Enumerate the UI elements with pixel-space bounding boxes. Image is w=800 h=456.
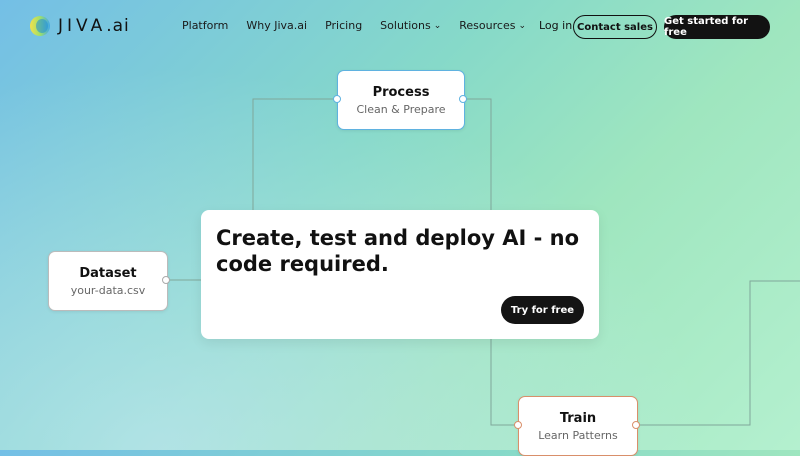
connector-port (333, 95, 341, 103)
brand-logo[interactable]: JIVA.ai (30, 16, 130, 36)
nav-link-resources[interactable]: Resources ⌄ (459, 19, 526, 32)
brand-suffix: .ai (106, 16, 130, 36)
brand-name: JIVA (58, 16, 107, 36)
nav-link-pricing[interactable]: Pricing (325, 19, 362, 32)
chevron-down-icon: ⌄ (433, 20, 442, 31)
logo-mark-icon (30, 16, 50, 36)
nav-link-platform[interactable]: Platform (182, 19, 228, 32)
get-started-button[interactable]: Get started for free (664, 15, 770, 39)
try-for-free-button[interactable]: Try for free (501, 296, 584, 324)
hero-card: Create, test and deploy AI - no code req… (201, 210, 599, 339)
top-navigation: JIVA.ai Platform Why Jiva.ai Pricing Sol… (0, 0, 800, 54)
node-subtitle: Learn Patterns (538, 428, 618, 442)
hero-headline: Create, test and deploy AI - no code req… (216, 226, 580, 276)
node-subtitle: Clean & Prepare (356, 102, 446, 116)
nav-links: Platform Why Jiva.ai Pricing Solutions ⌄ … (182, 19, 526, 32)
connector-port (514, 421, 522, 429)
connector-process-left (252, 98, 337, 210)
pipeline-node-train[interactable]: Train Learn Patterns (518, 396, 638, 456)
connector-port (632, 421, 640, 429)
pipeline-node-process[interactable]: Process Clean & Prepare (337, 70, 465, 130)
node-subtitle: your-data.csv (70, 283, 146, 297)
nav-link-why-jiva[interactable]: Why Jiva.ai (246, 19, 307, 32)
nav-link-solutions[interactable]: Solutions ⌄ (380, 19, 441, 32)
connector-port (162, 276, 170, 284)
login-link[interactable]: Log in (539, 19, 572, 32)
connector-hero-train (490, 339, 518, 426)
node-title: Train (559, 410, 597, 426)
connector-process-right (463, 98, 492, 210)
pipeline-node-dataset[interactable]: Dataset your-data.csv (48, 251, 168, 311)
contact-sales-button[interactable]: Contact sales (573, 15, 657, 39)
connector-train-right (636, 280, 800, 426)
node-title: Process (372, 84, 430, 100)
connector-port (459, 95, 467, 103)
chevron-down-icon: ⌄ (518, 20, 526, 31)
node-title: Dataset (79, 265, 137, 281)
